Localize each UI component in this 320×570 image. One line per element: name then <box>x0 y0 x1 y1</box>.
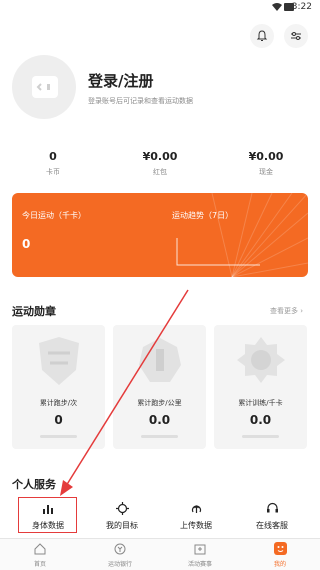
bank-icon <box>114 543 126 555</box>
nav-events[interactable]: 活动赛事 <box>160 539 240 570</box>
bottom-nav: 首页 运动银行 活动赛事 我的 <box>0 538 320 570</box>
me-icon <box>274 542 287 555</box>
event-icon <box>194 544 206 555</box>
nav-sport-bank[interactable]: 运动银行 <box>80 539 160 570</box>
home-icon <box>34 543 46 555</box>
nav-label: 我的 <box>273 561 286 568</box>
nav-label: 首页 <box>33 561 46 568</box>
pointer-arrow <box>60 289 189 496</box>
nav-home[interactable]: 首页 <box>0 539 80 570</box>
nav-label: 活动赛事 <box>187 561 212 568</box>
nav-me[interactable]: 我的 <box>240 539 320 570</box>
nav-label: 运动银行 <box>107 561 132 568</box>
